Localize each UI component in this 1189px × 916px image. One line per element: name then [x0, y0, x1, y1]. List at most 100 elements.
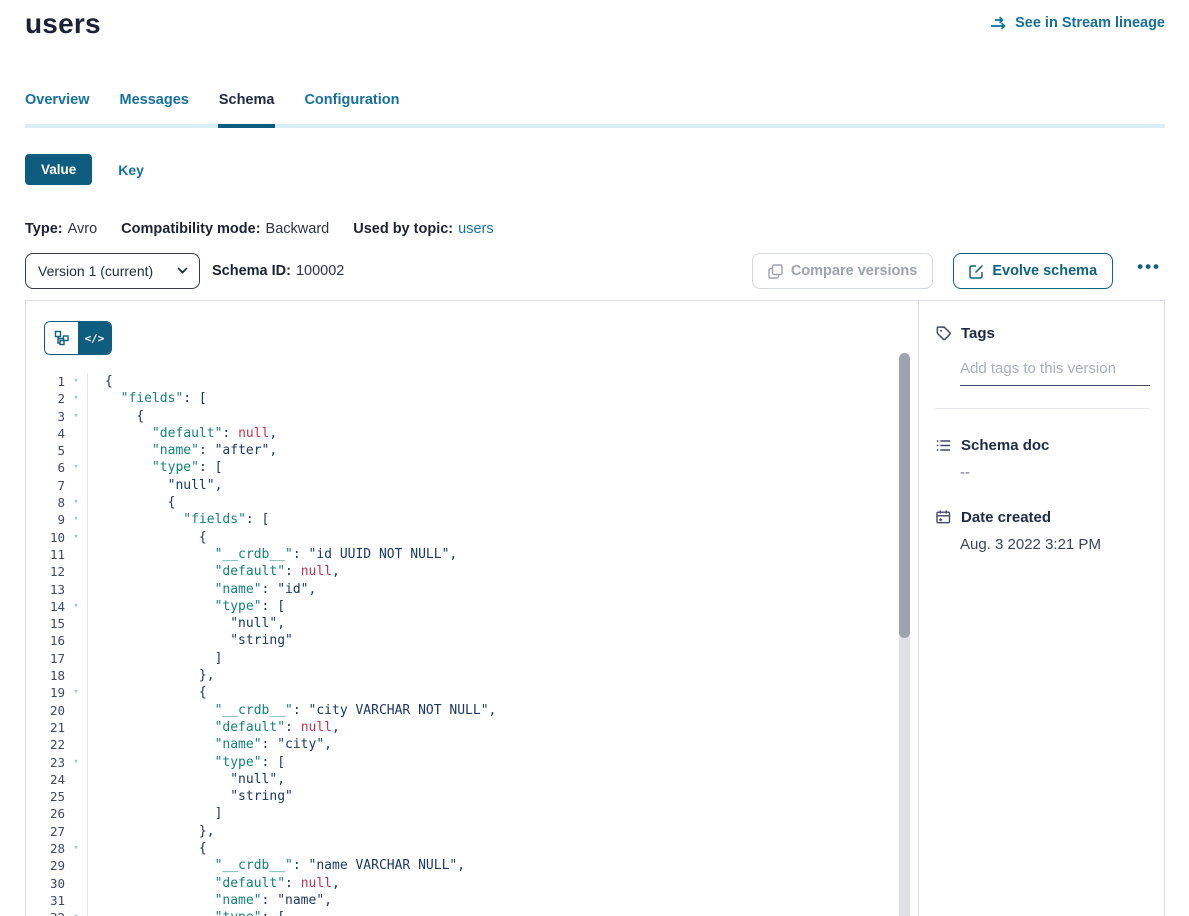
- fold-toggle-icon[interactable]: ▾: [65, 459, 87, 476]
- fold-toggle-icon[interactable]: ▾: [65, 909, 87, 916]
- code-text: "type": [: [87, 459, 918, 476]
- version-select[interactable]: Version 1 (current): [25, 253, 200, 289]
- code-line: 9▾ "fields": [: [26, 511, 918, 528]
- tab-overview[interactable]: Overview: [25, 88, 90, 124]
- fold-spacer: [65, 667, 87, 684]
- line-number: 18: [26, 667, 65, 684]
- schema-meta-row: Type:AvroCompatibility mode:BackwardUsed…: [25, 221, 494, 237]
- editor-scrollbar-thumb[interactable]: [899, 353, 910, 638]
- code-text: "name": "id",: [87, 581, 918, 598]
- fold-toggle-icon[interactable]: ▾: [65, 684, 87, 701]
- version-select-control[interactable]: Version 1 (current): [25, 253, 200, 289]
- line-number: 7: [26, 477, 65, 494]
- code-line: 7 "null",: [26, 477, 918, 494]
- code-line: 15 "null",: [26, 615, 918, 632]
- value-tab-button[interactable]: Value: [25, 154, 92, 185]
- schema-panel: </> 1▾{2▾ "fields": [3▾ {4 "default": nu…: [25, 300, 1165, 916]
- line-number: 10: [26, 529, 65, 546]
- fold-toggle-icon[interactable]: ▾: [65, 373, 87, 390]
- code-line: 11 "__crdb__": "id UUID NOT NULL",: [26, 546, 918, 563]
- line-number: 5: [26, 442, 65, 459]
- fold-spacer: [65, 563, 87, 580]
- calendar-icon: [935, 509, 952, 526]
- fold-toggle-icon[interactable]: ▾: [65, 390, 87, 407]
- fold-toggle-icon[interactable]: ▾: [65, 754, 87, 771]
- code-line: 32▾ "type": [: [26, 909, 918, 916]
- line-number: 23: [26, 754, 65, 771]
- code-text: "null",: [87, 477, 918, 494]
- code-text: "default": null,: [87, 563, 918, 580]
- code-text: "name": "name",: [87, 892, 918, 909]
- list-icon: [935, 437, 952, 454]
- key-tab-button[interactable]: Key: [118, 162, 144, 178]
- line-number: 2: [26, 390, 65, 407]
- schema-sidebar: Tags Schema doc --: [919, 301, 1164, 916]
- fold-spacer: [65, 615, 87, 632]
- code-line: 23▾ "type": [: [26, 754, 918, 771]
- code-line: 29 "__crdb__": "name VARCHAR NULL",: [26, 857, 918, 874]
- code-text: "type": [: [87, 909, 918, 916]
- code-line: 8▾ {: [26, 494, 918, 511]
- line-number: 1: [26, 373, 65, 390]
- code-line: 28▾ {: [26, 840, 918, 857]
- view-mode-toggle: </>: [44, 321, 112, 355]
- code-text: {: [87, 494, 918, 511]
- tab-schema[interactable]: Schema: [219, 88, 275, 124]
- schema-doc-section: Schema doc --: [935, 437, 1149, 481]
- see-in-stream-lineage-link[interactable]: See in Stream lineage: [990, 15, 1165, 31]
- code-line: 1▾{: [26, 373, 918, 390]
- fold-spacer: [65, 546, 87, 563]
- code-text: "string": [87, 632, 918, 649]
- line-number: 32: [26, 909, 65, 916]
- compare-icon: [768, 264, 783, 279]
- fold-spacer: [65, 805, 87, 822]
- code-view-button[interactable]: </>: [78, 322, 111, 354]
- topic-link[interactable]: users: [458, 221, 493, 237]
- schema-id: Schema ID:100002: [212, 263, 344, 279]
- code-text: },: [87, 667, 918, 684]
- line-number: 29: [26, 857, 65, 874]
- code-line: 31 "name": "name",: [26, 892, 918, 909]
- code-text: "string": [87, 788, 918, 805]
- tree-view-button[interactable]: [45, 322, 78, 354]
- fold-spacer: [65, 425, 87, 442]
- line-number: 9: [26, 511, 65, 528]
- code-line: 27 },: [26, 823, 918, 840]
- code-view-icon: </>: [85, 332, 105, 345]
- fold-toggle-icon[interactable]: ▾: [65, 840, 87, 857]
- more-actions-button[interactable]: •••: [1133, 257, 1165, 285]
- code-text: ]: [87, 650, 918, 667]
- code-line: 12 "default": null,: [26, 563, 918, 580]
- fold-spacer: [65, 477, 87, 494]
- code-pane: </> 1▾{2▾ "fields": [3▾ {4 "default": nu…: [26, 301, 919, 916]
- tab-messages[interactable]: Messages: [120, 88, 189, 124]
- add-tags-input[interactable]: [960, 356, 1150, 386]
- edit-icon: [969, 264, 984, 279]
- line-number: 24: [26, 771, 65, 788]
- date-created-value: Aug. 3 2022 3:21 PM: [960, 536, 1149, 553]
- compare-versions-button[interactable]: Compare versions: [752, 253, 934, 289]
- code-text: {: [87, 529, 918, 546]
- code-text: "default": null,: [87, 719, 918, 736]
- fold-toggle-icon[interactable]: ▾: [65, 529, 87, 546]
- line-number: 12: [26, 563, 65, 580]
- code-text: "type": [: [87, 754, 918, 771]
- line-number: 22: [26, 736, 65, 753]
- fold-toggle-icon[interactable]: ▾: [65, 408, 87, 425]
- fold-toggle-icon[interactable]: ▾: [65, 494, 87, 511]
- meta-value: Backward: [266, 221, 330, 237]
- schema-doc-value: --: [960, 464, 1149, 481]
- evolve-schema-button[interactable]: Evolve schema: [953, 253, 1113, 289]
- line-number: 11: [26, 546, 65, 563]
- line-number: 25: [26, 788, 65, 805]
- fold-spacer: [65, 650, 87, 667]
- tab-configuration[interactable]: Configuration: [304, 88, 399, 124]
- fold-toggle-icon[interactable]: ▾: [65, 598, 87, 615]
- code-text: "null",: [87, 615, 918, 632]
- code-text: "fields": [: [87, 390, 918, 407]
- code-text: ]: [87, 805, 918, 822]
- schema-json-editor[interactable]: 1▾{2▾ "fields": [3▾ {4 "default": null,5…: [26, 373, 918, 916]
- fold-toggle-icon[interactable]: ▾: [65, 511, 87, 528]
- editor-scrollbar-track[interactable]: [899, 353, 910, 916]
- fold-spacer: [65, 771, 87, 788]
